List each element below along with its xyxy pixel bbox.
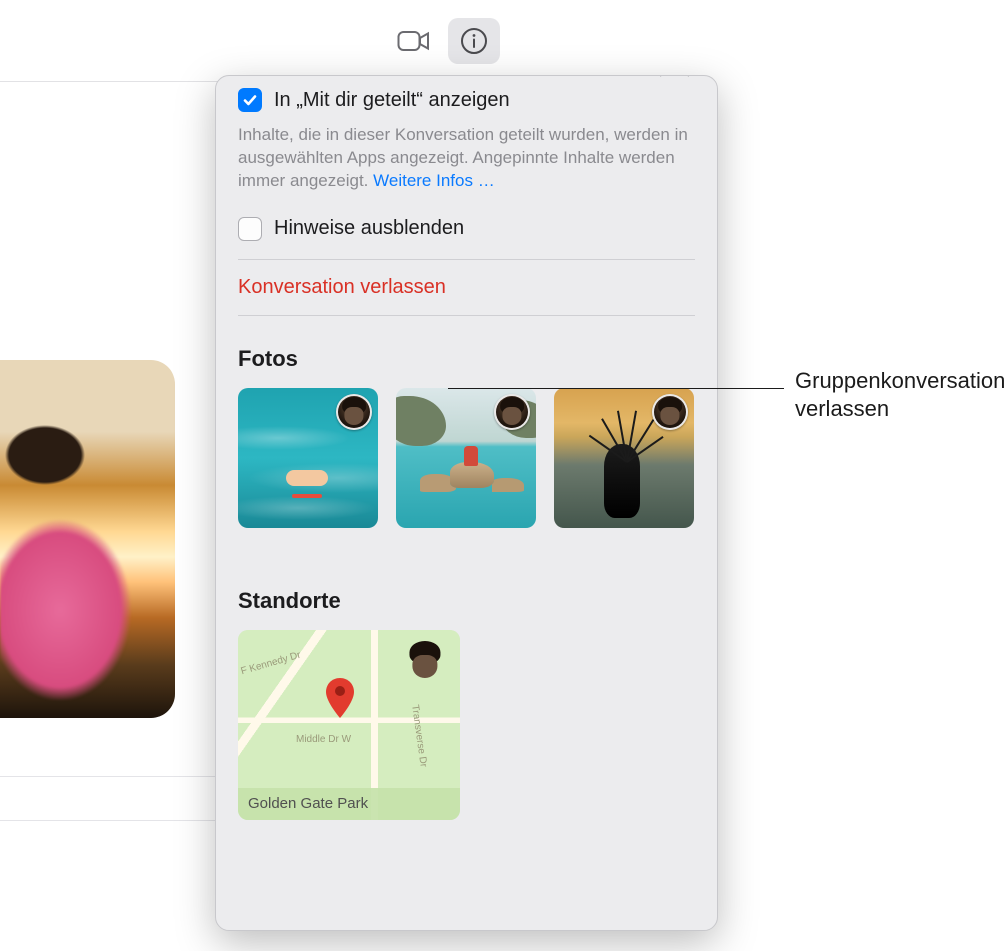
sender-avatar	[404, 640, 446, 682]
divider	[0, 776, 240, 777]
callout-leader-line	[448, 388, 784, 389]
shared-photo-thumbnail[interactable]	[554, 388, 694, 528]
shared-with-you-label: In „Mit dir geteilt“ anzeigen	[274, 89, 510, 112]
hide-hints-row[interactable]: Hinweise ausblenden	[238, 193, 695, 259]
toolbar	[0, 0, 520, 82]
shared-location-card[interactable]: F Kennedy Dr Middle Dr W Transverse Dr G…	[238, 630, 460, 820]
map-street-label: Middle Dr W	[296, 734, 351, 745]
locations-section-title: Standorte	[238, 588, 695, 614]
details-popover: In „Mit dir geteilt“ anzeigen Inhalte, d…	[215, 75, 718, 931]
callout-label: Gruppenkonversation verlassen	[795, 367, 993, 423]
shared-with-you-checkbox[interactable]	[238, 88, 262, 112]
photos-section-title: Fotos	[238, 346, 695, 372]
shared-photo-thumbnail[interactable]	[238, 388, 378, 528]
more-info-link[interactable]: Weitere Infos …	[373, 171, 495, 190]
details-info-button[interactable]	[448, 18, 500, 64]
hide-hints-label: Hinweise ausblenden	[274, 217, 464, 240]
conversation-background-image	[0, 360, 175, 718]
shared-with-you-row[interactable]: In „Mit dir geteilt“ anzeigen	[238, 88, 695, 112]
divider	[238, 315, 695, 316]
map-pin-icon	[326, 678, 354, 718]
shared-with-you-description: Inhalte, die in dieser Konversation gete…	[238, 124, 695, 193]
sender-avatar	[652, 394, 688, 430]
divider	[0, 820, 240, 821]
shared-photo-thumbnail[interactable]	[396, 388, 536, 528]
leave-conversation-button[interactable]: Konversation verlassen	[238, 260, 695, 315]
sender-avatar	[336, 394, 372, 430]
photos-grid	[238, 388, 695, 528]
facetime-button[interactable]	[388, 18, 440, 64]
location-name: Golden Gate Park	[238, 788, 460, 820]
sender-avatar	[494, 394, 530, 430]
video-camera-icon	[397, 30, 431, 52]
hide-hints-checkbox[interactable]	[238, 217, 262, 241]
info-icon	[460, 27, 488, 55]
